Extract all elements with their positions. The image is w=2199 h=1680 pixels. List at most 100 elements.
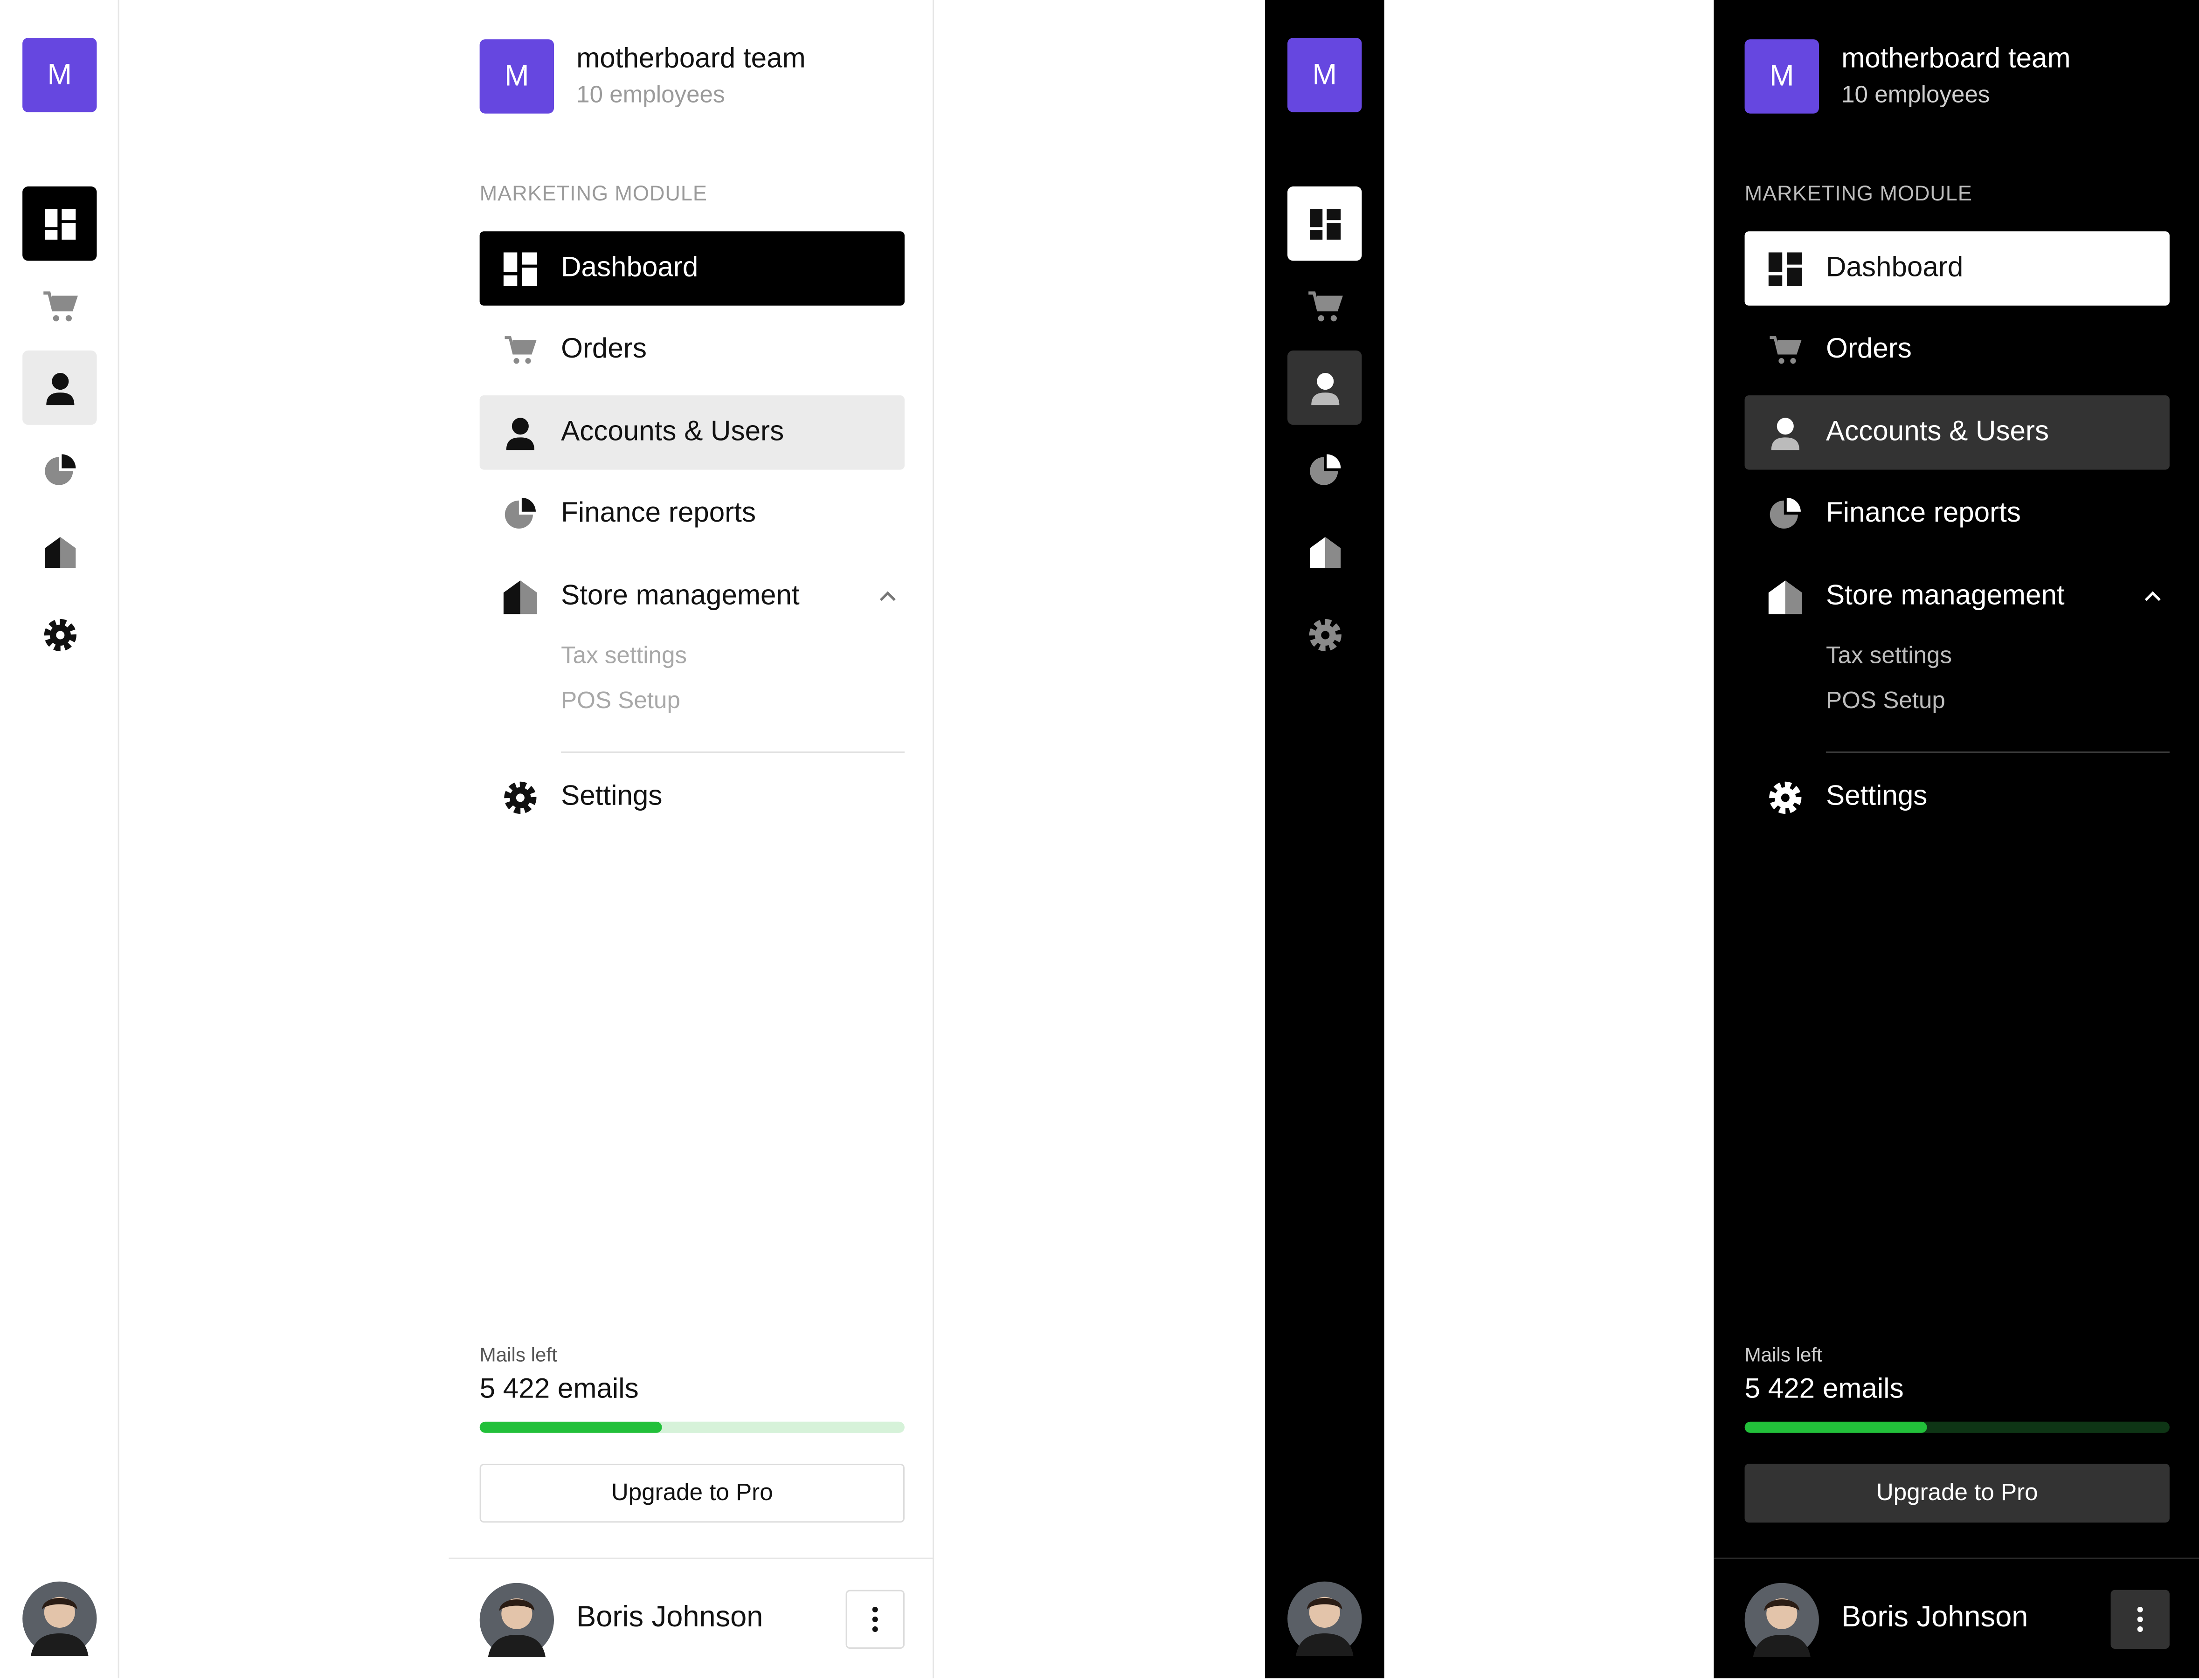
subnav-item-pos-setup[interactable]: POS Setup xyxy=(561,687,680,715)
rail-accounts-button[interactable] xyxy=(1287,350,1362,425)
pie-chart-icon xyxy=(505,497,536,529)
rail-settings-button[interactable] xyxy=(1287,597,1362,671)
team-employee-count: 10 employees xyxy=(576,81,725,108)
nav-item-store-management[interactable]: Store management xyxy=(1745,559,2170,633)
nav-item-dashboard[interactable]: Dashboard xyxy=(479,231,905,306)
rail-orders-button[interactable] xyxy=(22,269,97,343)
nav-item-store-management[interactable]: Store management xyxy=(480,559,905,633)
nav-label: Finance reports xyxy=(1826,497,2021,529)
dashboard-grid-icon xyxy=(1768,252,1802,286)
nav-item-finance-reports[interactable]: Finance reports xyxy=(480,477,905,551)
nav-item-settings[interactable]: Settings xyxy=(480,760,905,834)
divider xyxy=(1826,751,2170,753)
rail-dashboard-button[interactable] xyxy=(22,186,97,261)
gear-icon xyxy=(43,618,76,651)
footer-divider xyxy=(449,1557,934,1559)
nav-label: Accounts & Users xyxy=(561,416,784,448)
subnav-item-pos-setup[interactable]: POS Setup xyxy=(1826,687,1945,715)
gear-icon xyxy=(504,781,537,814)
team-logo[interactable]: M xyxy=(479,39,554,114)
pie-chart-icon xyxy=(44,453,75,485)
vertical-dots-icon xyxy=(872,1606,878,1632)
mails-progress-fill xyxy=(1744,1421,1928,1433)
chevron-up-icon[interactable] xyxy=(877,579,899,613)
user-icon xyxy=(1310,372,1339,405)
nav-item-finance-reports[interactable]: Finance reports xyxy=(1745,477,2170,551)
dashboard-grid-icon xyxy=(1309,208,1340,239)
team-logo[interactable]: M xyxy=(1287,38,1362,112)
user-icon xyxy=(506,418,534,450)
gear-icon xyxy=(1308,618,1341,651)
user-name: Boris Johnson xyxy=(1841,1601,2028,1633)
expanded-sidebar-dark: M motherboard team 10 employees MARKETIN… xyxy=(1714,0,2199,1679)
nav-item-accounts-users[interactable]: Accounts & Users xyxy=(479,395,905,470)
upgrade-to-pro-button[interactable]: Upgrade to Pro xyxy=(1744,1464,2170,1523)
rail-orders-button[interactable] xyxy=(1287,269,1362,343)
rail-settings-button[interactable] xyxy=(22,597,97,671)
rail-finance-button[interactable] xyxy=(22,433,97,507)
section-label: MARKETING MODULE xyxy=(479,182,707,207)
rail-store-button[interactable] xyxy=(22,515,97,589)
more-options-button[interactable] xyxy=(845,1590,905,1649)
nav-item-dashboard[interactable]: Dashboard xyxy=(1744,231,2170,306)
nav-item-orders[interactable]: Orders xyxy=(480,313,905,387)
mails-left-label: Mails left xyxy=(1744,1343,1822,1366)
upgrade-to-pro-button[interactable]: Upgrade to Pro xyxy=(479,1464,905,1523)
user-avatar[interactable] xyxy=(1287,1581,1362,1656)
rail-dashboard-button[interactable] xyxy=(1287,186,1362,261)
nav-label: Store management xyxy=(1826,580,2065,612)
store-icon xyxy=(1309,536,1340,567)
pie-chart-icon xyxy=(1770,497,1801,529)
nav-label: Dashboard xyxy=(561,252,698,283)
subnav-item-tax-settings[interactable]: Tax settings xyxy=(561,642,687,670)
cart-icon xyxy=(1307,290,1342,321)
pie-chart-icon xyxy=(1309,453,1340,485)
user-avatar[interactable] xyxy=(1744,1583,1819,1658)
mails-left-value: 5 422 emails xyxy=(479,1374,639,1405)
dashboard-grid-icon xyxy=(503,252,537,286)
collapsed-sidebar-light: M xyxy=(0,0,119,1679)
team-employee-count: 10 employees xyxy=(1841,81,1990,108)
cart-icon xyxy=(1770,336,1802,364)
rail-finance-button[interactable] xyxy=(1287,433,1362,507)
section-label: MARKETING MODULE xyxy=(1744,182,1972,207)
user-avatar[interactable] xyxy=(22,1581,97,1656)
store-icon xyxy=(1768,580,1802,614)
nav-label: Settings xyxy=(561,781,663,812)
team-logo[interactable]: M xyxy=(22,38,97,112)
user-avatar[interactable] xyxy=(479,1583,554,1658)
expanded-sidebar-light: M motherboard team 10 employees MARKETIN… xyxy=(449,0,934,1679)
cart-icon xyxy=(505,336,537,364)
nav-label: Store management xyxy=(561,580,800,612)
mails-progress-bar xyxy=(479,1421,905,1433)
mails-progress-fill xyxy=(479,1421,663,1433)
mails-progress-bar xyxy=(1744,1421,2170,1433)
nav-label: Accounts & Users xyxy=(1826,416,2049,448)
nav-item-settings[interactable]: Settings xyxy=(1745,760,2170,834)
team-name: motherboard team xyxy=(1841,43,2071,75)
nav-label: Orders xyxy=(561,333,647,365)
footer-divider xyxy=(1714,1557,2199,1559)
user-name: Boris Johnson xyxy=(576,1601,763,1633)
team-logo[interactable]: M xyxy=(1744,39,1819,114)
gear-icon xyxy=(1769,781,1802,814)
user-icon xyxy=(1771,418,1799,450)
dashboard-grid-icon xyxy=(44,208,75,239)
cart-icon xyxy=(42,290,77,321)
store-icon xyxy=(503,580,537,614)
mails-left-value: 5 422 emails xyxy=(1744,1374,1904,1405)
rail-accounts-button[interactable] xyxy=(22,350,97,425)
rail-store-button[interactable] xyxy=(1287,515,1362,589)
nav-item-accounts-users[interactable]: Accounts & Users xyxy=(1744,395,2170,470)
store-icon xyxy=(44,536,75,567)
nav-label: Finance reports xyxy=(561,497,756,529)
collapsed-sidebar-dark: M xyxy=(1265,0,1384,1679)
subnav-item-tax-settings[interactable]: Tax settings xyxy=(1826,642,1952,670)
chevron-up-icon[interactable] xyxy=(2142,579,2164,613)
nav-item-orders[interactable]: Orders xyxy=(1745,313,2170,387)
more-options-button[interactable] xyxy=(2110,1590,2170,1649)
team-name: motherboard team xyxy=(576,43,806,75)
mails-left-label: Mails left xyxy=(479,1343,557,1366)
nav-label: Settings xyxy=(1826,781,1928,812)
nav-label: Dashboard xyxy=(1826,252,1964,283)
